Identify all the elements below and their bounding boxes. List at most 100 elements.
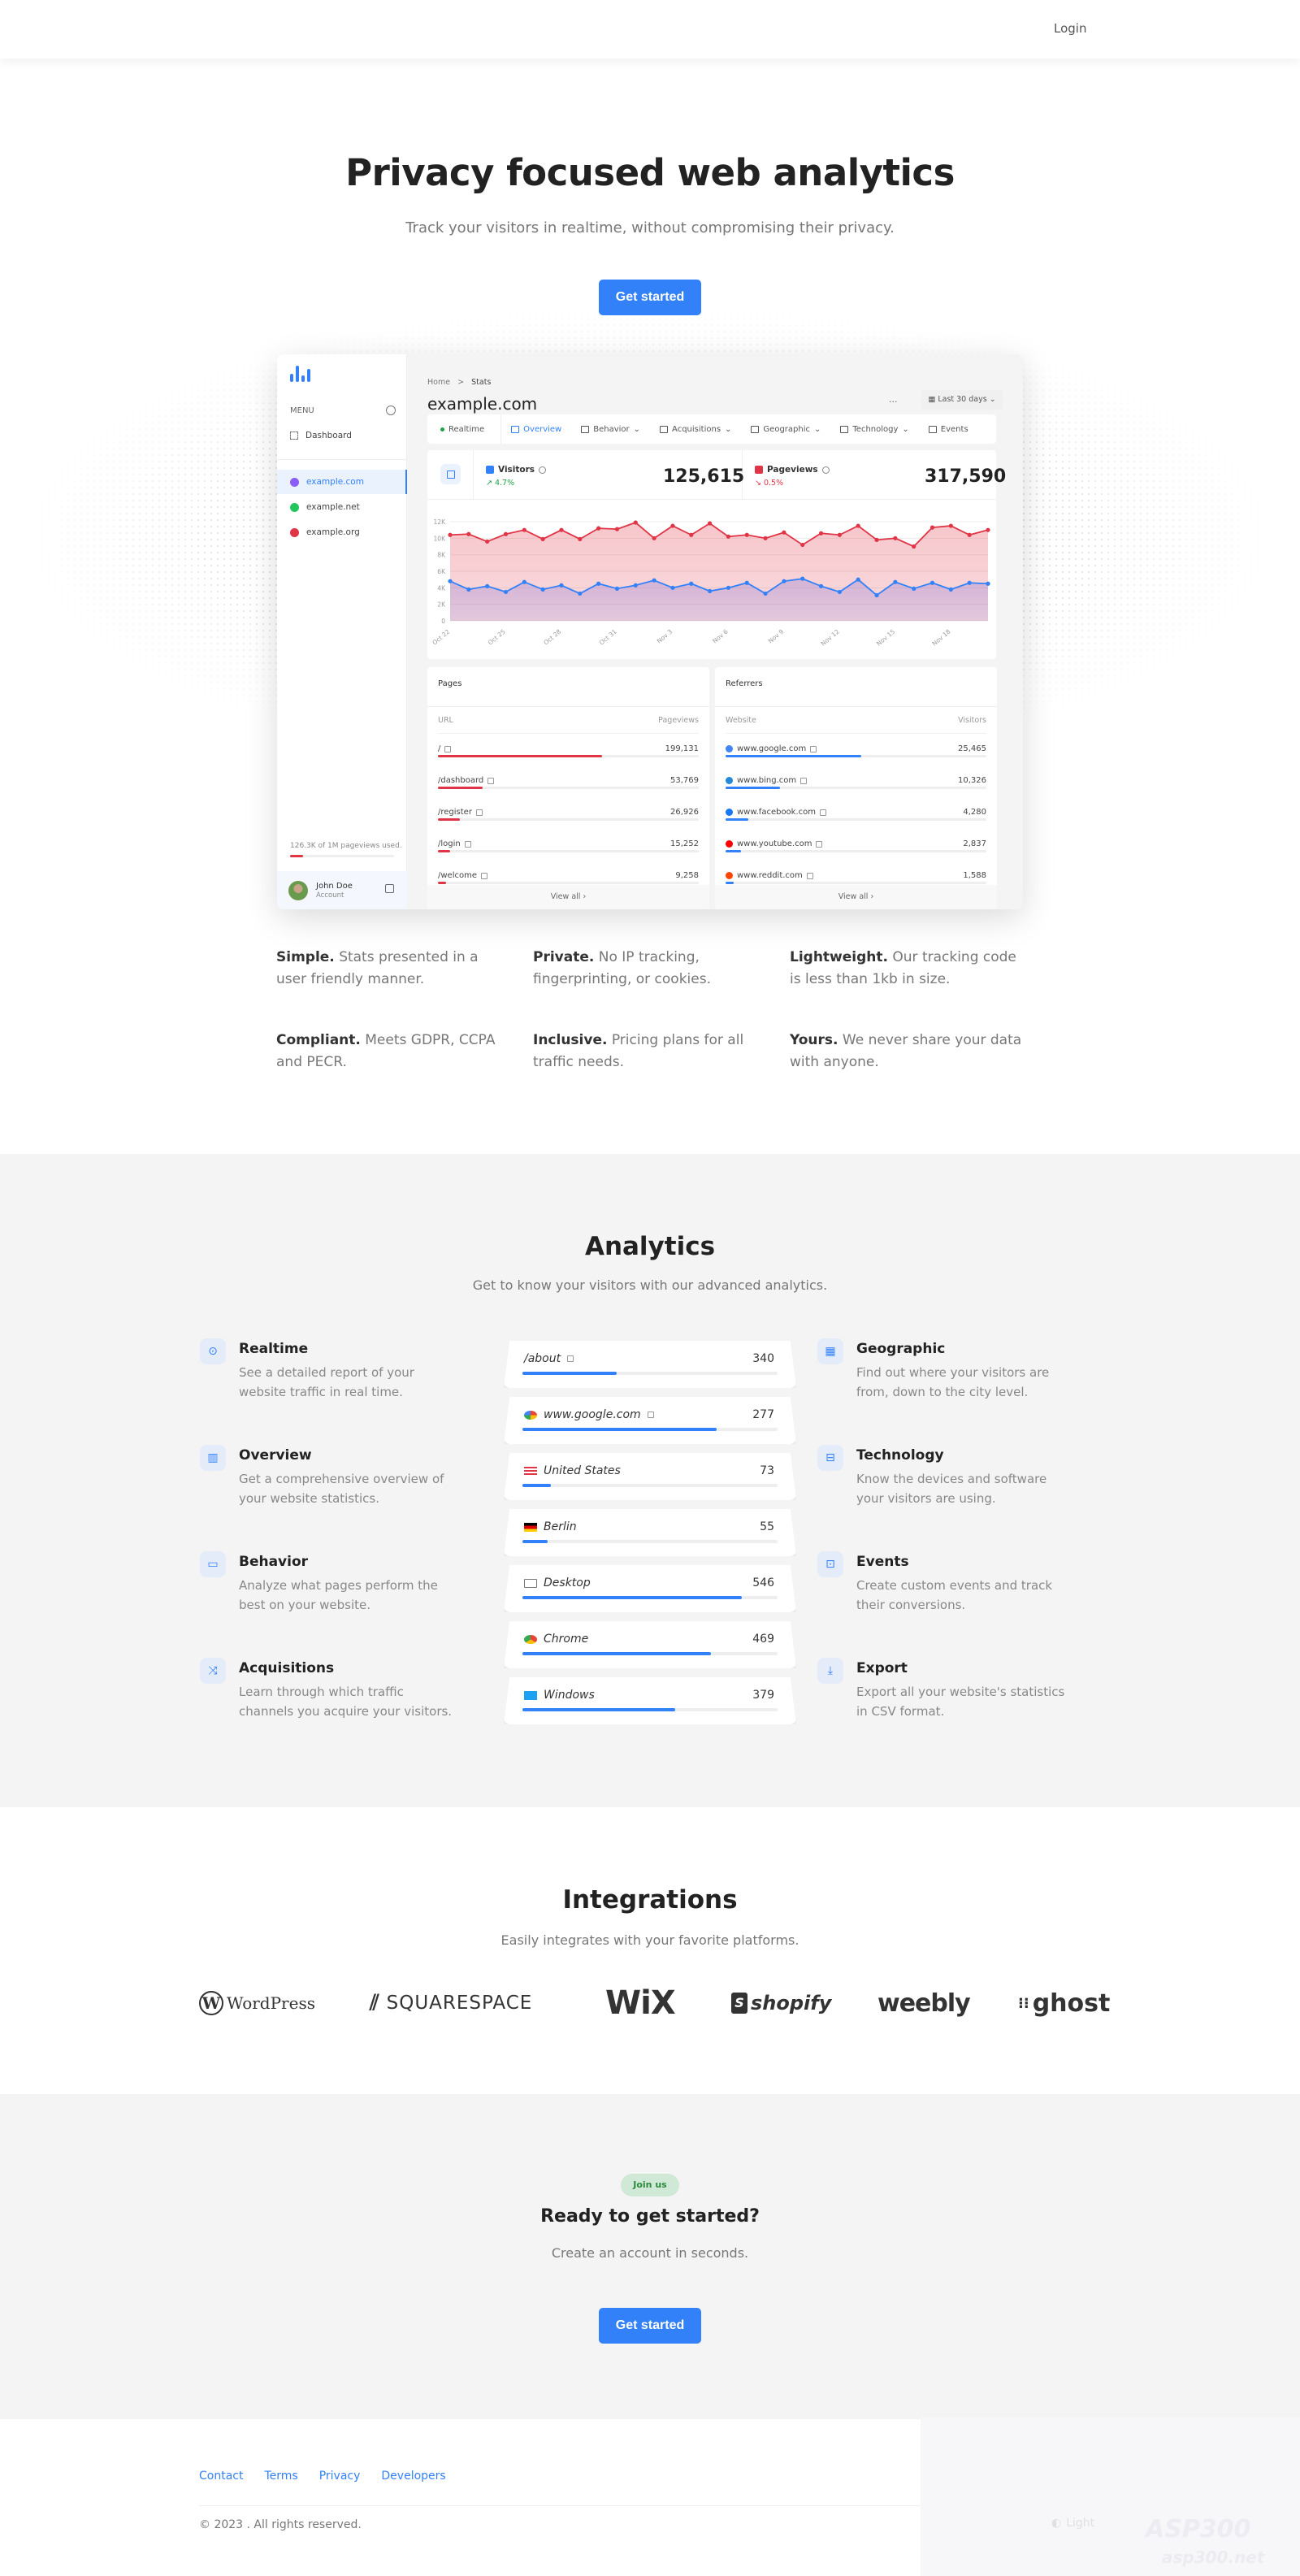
tab-realtime[interactable]: Realtime: [427, 414, 502, 444]
pageviews-point: [893, 536, 898, 540]
external-link-icon[interactable]: [444, 745, 452, 752]
table-row[interactable]: www.youtube.com 2,837: [726, 839, 986, 870]
footer-link-terms[interactable]: Terms: [264, 2470, 297, 2483]
wordpress-logo: W WordPress: [199, 1983, 315, 2023]
external-link-icon[interactable]: [800, 777, 808, 784]
usage-text: 126.3K of 1M pageviews used.: [290, 842, 402, 850]
sidebar-item-example-org[interactable]: example.org: [277, 520, 407, 544]
external-link-icon[interactable]: [810, 745, 817, 752]
stat-bar-fill: [522, 1652, 712, 1655]
overview-chart-card: Visitors ↗ 4.7% 125,615 Pageviews ↘ 0.5%…: [427, 450, 1006, 659]
visitors-point: [540, 587, 545, 592]
sidebar-item-dashboard[interactable]: Dashboard: [277, 423, 407, 448]
palette-icon[interactable]: [386, 405, 396, 415]
visitors-point: [800, 576, 805, 581]
stat-bar-track: [522, 1596, 778, 1599]
hero-title: Privacy focused web analytics: [345, 151, 955, 194]
external-link-icon[interactable]: [481, 872, 488, 879]
breadcrumb-current: Stats: [471, 378, 492, 387]
view-all-referrers-button[interactable]: View all ›: [715, 885, 997, 909]
tab-acquisitions[interactable]: Acquisitions ⌄: [650, 414, 741, 444]
get-started-button[interactable]: Get started: [599, 280, 701, 315]
row-bar-track: [726, 755, 986, 757]
pageviews-metric[interactable]: Pageviews: [755, 465, 830, 475]
pageviews-point: [986, 527, 990, 532]
external-link-icon[interactable]: [816, 840, 823, 848]
table-header: URL Pageviews: [438, 716, 699, 734]
facebook-icon: [726, 809, 733, 816]
table-row[interactable]: www.bing.com 10,326: [726, 776, 986, 807]
view-all-pages-button[interactable]: View all ›: [427, 885, 709, 909]
tab-overview[interactable]: Overview: [501, 414, 571, 444]
visitors-point: [633, 583, 638, 588]
tab-events[interactable]: Events: [919, 414, 978, 444]
table-row[interactable]: /register 26,926: [438, 808, 699, 839]
footer-link-developers[interactable]: Developers: [381, 2470, 445, 2483]
tab-label: Acquisitions: [672, 424, 722, 434]
footer-link-privacy[interactable]: Privacy: [319, 2470, 361, 2483]
usage-bar-fill: [290, 855, 304, 857]
tab-technology[interactable]: Technology ⌄: [830, 414, 918, 444]
tab-behavior[interactable]: Behavior ⌄: [571, 414, 650, 444]
stat-bar-fill: [522, 1484, 551, 1487]
login-link[interactable]: Login: [1054, 21, 1086, 36]
external-link-icon[interactable]: [806, 872, 813, 879]
pageviews-point: [448, 532, 453, 537]
row-label-text: /: [438, 744, 441, 753]
row-label-text: www.google.com: [737, 744, 807, 753]
feature-text: Learn through which traffic channels you…: [239, 1685, 453, 1719]
sidebar-item-example-net[interactable]: example.net: [277, 495, 407, 519]
feature-title: Technology: [856, 1447, 944, 1464]
stat-label-text: Berlin: [544, 1520, 577, 1533]
table-row[interactable]: /dashboard 53,769: [438, 776, 699, 807]
analytics-title: Analytics: [584, 1232, 716, 1261]
row-bar-fill: [438, 787, 483, 789]
breadcrumb-home[interactable]: Home: [427, 378, 450, 387]
row-value: 10,326: [958, 776, 986, 785]
feature-yours: Yours. We never share your data with any…: [790, 1030, 1025, 1073]
download-icon: ⤓: [817, 1658, 843, 1684]
row-label: /login: [438, 839, 471, 848]
feature-text: Find out where your visitors are from, d…: [856, 1365, 1050, 1399]
feature-private: Private. No IP tracking, fingerprinting,…: [533, 947, 769, 991]
table-row[interactable]: www.google.com 25,465: [726, 744, 986, 775]
row-bar-fill: [726, 850, 741, 852]
external-link-icon[interactable]: [488, 777, 495, 784]
stat-card: Berlin 55: [504, 1509, 796, 1556]
pageviews-delta: ↘ 0.5%: [755, 479, 784, 488]
feature-title: Realtime: [239, 1341, 309, 1357]
window-icon: ▭: [200, 1551, 226, 1577]
visitors-metric[interactable]: Visitors: [486, 465, 547, 475]
chevron-down-icon: ⌄: [725, 424, 732, 434]
breadcrumb: Home > Stats: [427, 378, 491, 387]
chart-icon: [440, 464, 461, 484]
site-title: example.com: [427, 394, 538, 414]
more-icon[interactable]: ···: [889, 397, 898, 407]
table-row[interactable]: / 199,131: [438, 744, 699, 775]
row-value: 25,465: [958, 744, 986, 753]
table-row[interactable]: www.facebook.com 4,280: [726, 808, 986, 839]
table-row[interactable]: /login 15,252: [438, 839, 699, 870]
visitors-point: [837, 589, 842, 595]
row-bar-track: [438, 818, 699, 821]
external-link-icon[interactable]: [475, 809, 483, 816]
tab-geographic[interactable]: Geographic ⌄: [741, 414, 830, 444]
external-link-icon[interactable]: [464, 840, 471, 848]
ghost-logo: ⁝⁝ ghost: [1018, 1983, 1110, 2023]
pageviews-point: [726, 534, 731, 539]
date-range-select[interactable]: ▦ Last 30 days ⌄: [921, 390, 1003, 410]
row-bar-fill: [726, 882, 734, 884]
integrations-subtitle: Easily integrates with your favorite pla…: [500, 1932, 800, 1948]
pageviews-point: [856, 523, 860, 528]
pageviews-point: [707, 521, 713, 526]
theme-toggle[interactable]: ◐ Light: [1051, 2517, 1094, 2530]
referrers-panel: Referrers Website Visitors www.google.co…: [715, 667, 997, 909]
cta-get-started-button[interactable]: Get started: [599, 2308, 701, 2344]
sidebar-item-example-com[interactable]: example.com: [277, 470, 407, 494]
account-menu[interactable]: John Doe Account: [277, 871, 407, 909]
tab-label: Geographic: [763, 424, 810, 434]
external-link-icon[interactable]: [820, 809, 827, 816]
footer-link-contact[interactable]: Contact: [199, 2470, 243, 2483]
stat-label-text: /about: [524, 1352, 561, 1365]
logout-icon[interactable]: [385, 884, 394, 893]
